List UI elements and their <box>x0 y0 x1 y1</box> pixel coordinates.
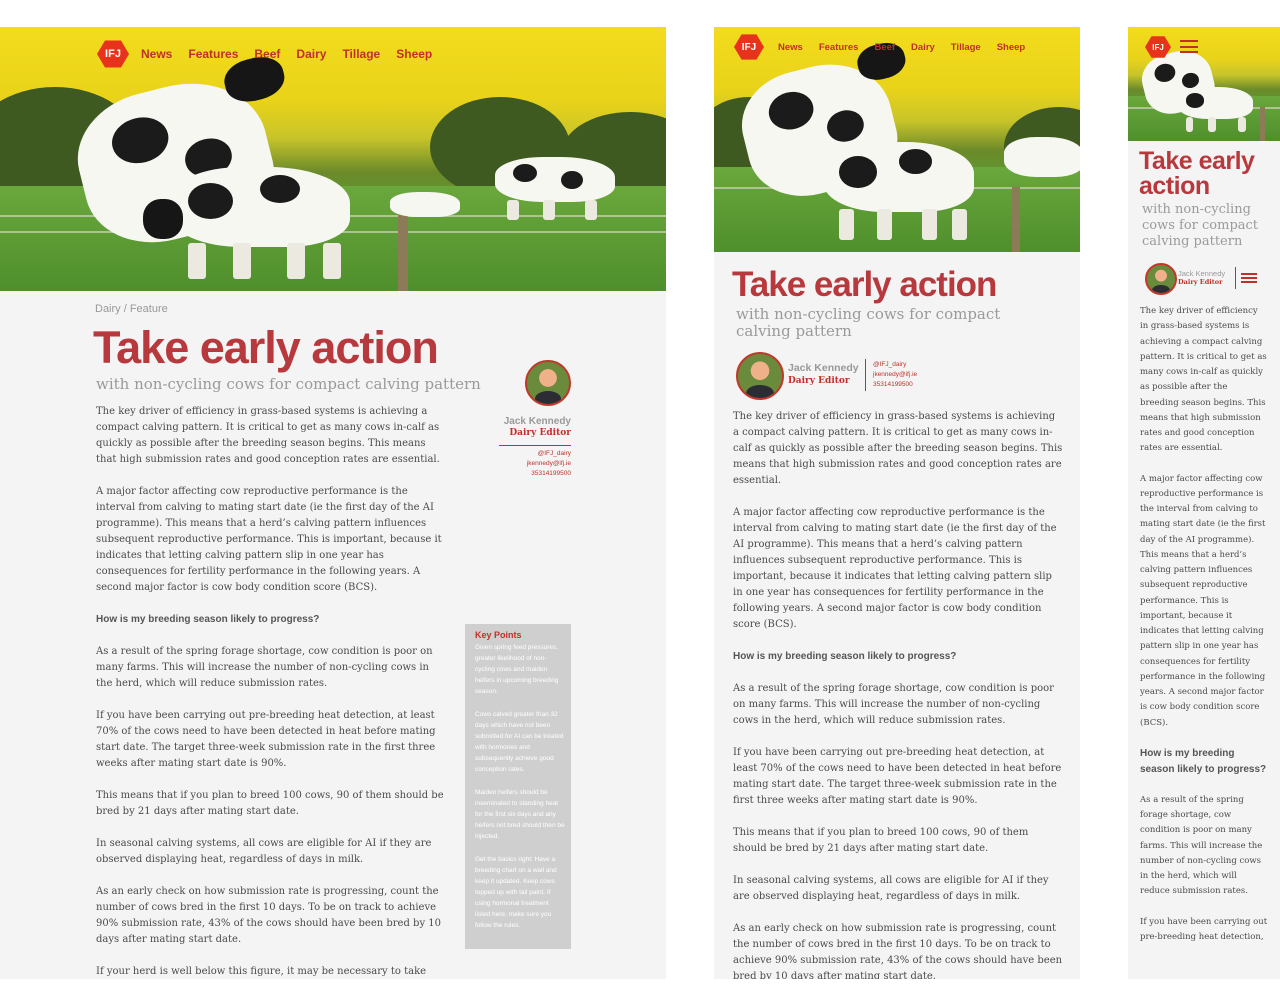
author-avatar[interactable] <box>736 352 784 400</box>
article-body: The key driver of efficiency in grass-ba… <box>1140 304 1268 945</box>
section-heading: How is my breeding season likely to prog… <box>1140 747 1267 775</box>
paragraph: A major factor affecting cow reproductiv… <box>733 507 1057 630</box>
author-name: Jack Kennedy <box>503 416 571 427</box>
page-subtitle: with non-cycling cows for compact calvin… <box>736 306 1000 340</box>
nav-dairy[interactable]: Dairy <box>911 42 935 53</box>
author-role: Dairy Editor <box>1178 278 1223 286</box>
nav-sheep[interactable]: Sheep <box>997 42 1026 53</box>
breadcrumb[interactable]: Dairy / Feature <box>95 303 168 315</box>
nav-dairy[interactable]: Dairy <box>296 47 326 61</box>
paragraph: If your herd is well below this figure, … <box>96 966 427 977</box>
paragraph: This means that if you plan to breed 100… <box>96 790 444 817</box>
contact-menu-icon[interactable] <box>1241 273 1257 283</box>
paragraph: In seasonal calving systems, all cows ar… <box>96 838 432 865</box>
author-contact: @IFJ_dairy jkennedy@ifj.ie 35314199500 <box>873 360 917 390</box>
nav-beef[interactable]: Beef <box>874 42 895 53</box>
page-title: Take early action <box>1139 147 1255 200</box>
desktop-view: IFJ News Features Beef Dairy Tillage She… <box>0 27 666 979</box>
section-heading: How is my breeding season likely to prog… <box>96 614 320 625</box>
paragraph: The key driver of efficiency in grass-ba… <box>96 406 440 465</box>
author-email[interactable]: jkennedy@ifj.ie <box>455 459 571 469</box>
author-phone[interactable]: 35314199500 <box>873 380 917 390</box>
author-twitter[interactable]: @IFJ_dairy <box>455 449 571 459</box>
key-point: Given spring feed pressures, greater lik… <box>475 644 559 695</box>
paragraph: As an early check on how submission rate… <box>96 886 441 945</box>
key-point: Maiden heifers should be inseminated to … <box>475 789 565 840</box>
subtitle-line: calving pattern <box>736 322 852 340</box>
title-line: Take early <box>1139 147 1255 175</box>
paragraph: If you have been carrying out pre-breedi… <box>733 747 1062 806</box>
paragraph: The key driver of efficiency in grass-ba… <box>1140 306 1267 454</box>
divider <box>865 359 866 391</box>
cow-image <box>1004 137 1080 177</box>
page-title: Take early action <box>93 322 439 373</box>
paragraph: The key driver of efficiency in grass-ba… <box>733 411 1063 486</box>
nav-features[interactable]: Features <box>819 42 859 53</box>
paragraph: As a result of the spring forage shortag… <box>96 646 433 689</box>
divider <box>499 445 571 446</box>
nav-tillage[interactable]: Tillage <box>951 42 981 53</box>
article-body: The key driver of efficiency in grass-ba… <box>733 409 1063 979</box>
author-card: Jack Kennedy Dairy Editor @IFJ_dairy jke… <box>455 416 571 479</box>
paragraph: A major factor affecting cow reproductiv… <box>96 486 442 593</box>
ifj-logo[interactable]: IFJ <box>97 40 129 68</box>
paragraph: This means that if you plan to breed 100… <box>733 827 1029 854</box>
hamburger-menu-icon[interactable] <box>1180 40 1198 53</box>
key-points-title: Key Points <box>475 630 522 640</box>
author-role: Dairy Editor <box>509 428 571 438</box>
top-nav: IFJ News Features Beef Dairy Tillage She… <box>97 39 432 69</box>
paragraph: As an early check on how submission rate… <box>733 923 1063 979</box>
nav-sheep[interactable]: Sheep <box>396 47 432 61</box>
article-body: The key driver of efficiency in grass-ba… <box>96 404 446 979</box>
title-line: action <box>1139 172 1210 200</box>
tablet-view: IFJ News Features Beef Dairy Tillage She… <box>714 27 1080 979</box>
paragraph: If you have been carrying out pre-breedi… <box>96 710 436 769</box>
nav-features[interactable]: Features <box>188 47 238 61</box>
author-phone[interactable]: 35314199500 <box>455 469 571 479</box>
cow-image <box>390 192 460 217</box>
nav-beef[interactable]: Beef <box>254 47 280 61</box>
paragraph: As a result of the spring forage shortag… <box>733 683 1054 726</box>
page-subtitle: with non-cycling cows for compact calvin… <box>96 375 481 393</box>
paragraph: In seasonal calving systems, all cows ar… <box>733 875 1049 902</box>
author-twitter[interactable]: @IFJ_dairy <box>873 360 917 370</box>
cow-image <box>143 167 350 279</box>
author-name: Jack Kennedy <box>1178 269 1226 278</box>
paragraph: A major factor affecting cow reproductiv… <box>1140 473 1266 728</box>
author-card: Jack Kennedy Dairy Editor <box>1178 269 1225 286</box>
author-avatar[interactable] <box>1145 263 1177 295</box>
page-subtitle: with non-cycling cows for compact calvin… <box>1142 202 1258 250</box>
cow-image <box>495 157 615 220</box>
cow-image <box>1178 87 1253 132</box>
key-point: Cows calved greater than 32 days which h… <box>475 711 564 773</box>
subtitle-line: with non-cycling cows for compact <box>736 305 1001 323</box>
paragraph: As a result of the spring forage shortag… <box>1140 794 1263 897</box>
mobile-view: IFJ Take early action with non-cycling c… <box>1128 27 1280 979</box>
author-role: Dairy Editor <box>788 376 850 386</box>
paragraph: If you have been carrying out pre-breedi… <box>1140 916 1268 942</box>
page-title: Take early action <box>732 265 997 304</box>
ifj-logo[interactable]: IFJ <box>734 34 764 60</box>
divider <box>1235 267 1236 289</box>
subtitle-line: cows for compact <box>1142 218 1259 233</box>
key-points-box: Key Points Given spring feed pressures, … <box>465 624 571 949</box>
author-email[interactable]: jkennedy@ifj.ie <box>873 370 917 380</box>
cow-image <box>824 142 974 240</box>
nav-news[interactable]: News <box>778 42 803 53</box>
top-nav: IFJ News Features Beef Dairy Tillage She… <box>734 33 1025 61</box>
section-heading: How is my breeding season likely to prog… <box>733 651 957 662</box>
key-point: Get the basics right: Have a breeding ch… <box>475 856 557 929</box>
subtitle-line: calving pattern <box>1142 234 1243 249</box>
nav-news[interactable]: News <box>141 47 172 61</box>
author-avatar[interactable] <box>525 360 571 406</box>
nav-tillage[interactable]: Tillage <box>342 47 380 61</box>
author-card: Jack Kennedy Dairy Editor <box>788 362 859 386</box>
subtitle-line: with non-cycling <box>1142 202 1251 217</box>
author-name: Jack Kennedy <box>788 362 859 374</box>
